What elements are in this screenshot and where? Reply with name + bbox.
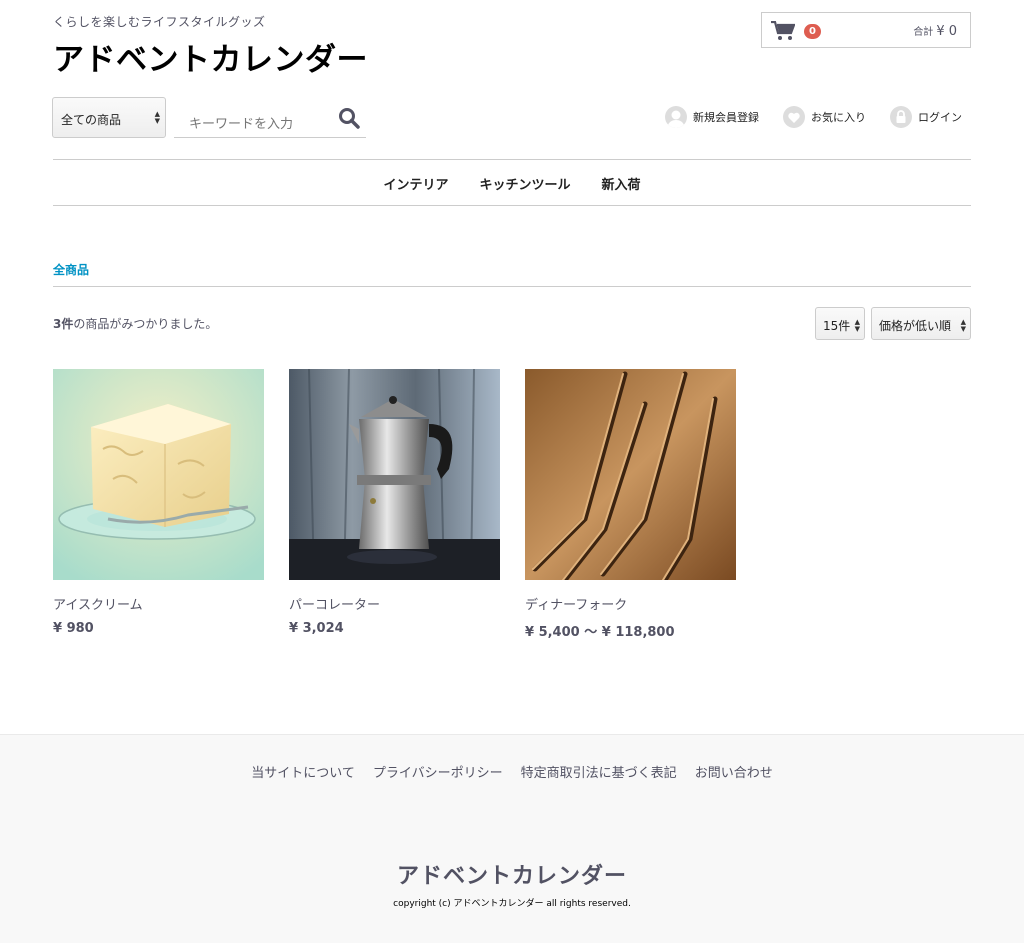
- cart-icon: [771, 21, 795, 40]
- category-select[interactable]: 全ての商品 ▲ ▼: [52, 97, 166, 138]
- cart-total: 合計 ¥ 0: [913, 23, 957, 39]
- product-price: ¥ 3,024: [289, 621, 344, 636]
- product-card[interactable]: パーコレーター ¥ 3,024: [289, 369, 500, 636]
- register-label: 新規会員登録: [693, 111, 759, 124]
- product-image-percolator[interactable]: [289, 369, 500, 580]
- select-arrows-icon: ▲ ▼: [154, 110, 160, 125]
- search-icon[interactable]: [338, 107, 360, 129]
- login-link[interactable]: ログイン: [890, 106, 962, 128]
- global-nav: インテリア キッチンツール 新入荷: [53, 160, 971, 206]
- lock-icon: [890, 106, 912, 128]
- product-name[interactable]: ディナーフォーク: [525, 594, 736, 613]
- product-price: ¥ 5,400 ～ ¥ 118,800: [525, 625, 675, 640]
- sort-order-select[interactable]: 価格が低い順 ▲ ▼: [871, 307, 971, 340]
- result-count: 3件: [53, 317, 74, 331]
- gnav-item-interior[interactable]: インテリア: [383, 174, 448, 193]
- cart-total-label: 合計: [913, 27, 934, 38]
- category-select-value: 全ての商品: [61, 113, 122, 127]
- shop-logo[interactable]: アドベントカレンダー: [53, 34, 368, 79]
- page-title[interactable]: 全商品: [53, 261, 89, 278]
- result-suffix: の商品がみつかりました。: [73, 317, 218, 331]
- result-count-text: 3件の商品がみつかりました。: [53, 315, 217, 332]
- footer: 当サイトについて プライバシーポリシー 特定商取引法に基づく表記 お問い合わせ …: [0, 734, 1024, 943]
- gnav-item-kitchen-tools[interactable]: キッチンツール: [479, 174, 570, 193]
- product-card[interactable]: アイスクリーム ¥ 980: [53, 369, 264, 636]
- favorites-label: お気に入り: [811, 111, 866, 124]
- shop-tagline: くらしを楽しむライフスタイルグッズ: [53, 15, 266, 29]
- user-icon: [665, 106, 687, 128]
- product-image-dinner-fork[interactable]: [525, 369, 736, 580]
- footer-link-tokushoho[interactable]: 特定商取引法に基づく表記: [521, 762, 677, 781]
- favorites-link[interactable]: お気に入り: [783, 106, 866, 128]
- footer-logo[interactable]: アドベントカレンダー: [0, 858, 1024, 890]
- sort-order-value: 価格が低い順: [879, 319, 952, 333]
- cart-total-value: ¥ 0: [936, 24, 957, 39]
- select-arrows-icon: ▲ ▼: [854, 318, 860, 333]
- footer-link-contact[interactable]: お問い合わせ: [695, 762, 773, 781]
- footer-link-about[interactable]: 当サイトについて: [251, 762, 355, 781]
- product-price: ¥ 980: [53, 621, 94, 636]
- heading-divider: [53, 286, 971, 287]
- copyright: copyright (c) アドベントカレンダー all rights rese…: [393, 899, 631, 909]
- display-count-select[interactable]: 15件 ▲ ▼: [815, 307, 865, 340]
- register-link[interactable]: 新規会員登録: [665, 106, 759, 128]
- footer-link-privacy[interactable]: プライバシーポリシー: [373, 762, 503, 781]
- product-name[interactable]: パーコレーター: [289, 594, 500, 613]
- cart-button[interactable]: 0 合計 ¥ 0: [761, 12, 971, 48]
- cart-count-badge: 0: [804, 24, 821, 39]
- login-label: ログイン: [918, 111, 962, 124]
- gnav-bottom-divider: [53, 205, 971, 206]
- gnav-item-new-arrivals[interactable]: 新入荷: [602, 174, 641, 193]
- display-count-value: 15件: [823, 319, 851, 333]
- product-card[interactable]: ディナーフォーク ¥ 5,400 ～ ¥ 118,800: [525, 369, 736, 640]
- footer-links: 当サイトについて プライバシーポリシー 特定商取引法に基づく表記 お問い合わせ: [0, 762, 1024, 781]
- product-name[interactable]: アイスクリーム: [53, 594, 264, 613]
- product-image-ice-cream[interactable]: [53, 369, 264, 580]
- heart-icon: [783, 106, 805, 128]
- select-arrows-icon: ▲ ▼: [960, 318, 966, 333]
